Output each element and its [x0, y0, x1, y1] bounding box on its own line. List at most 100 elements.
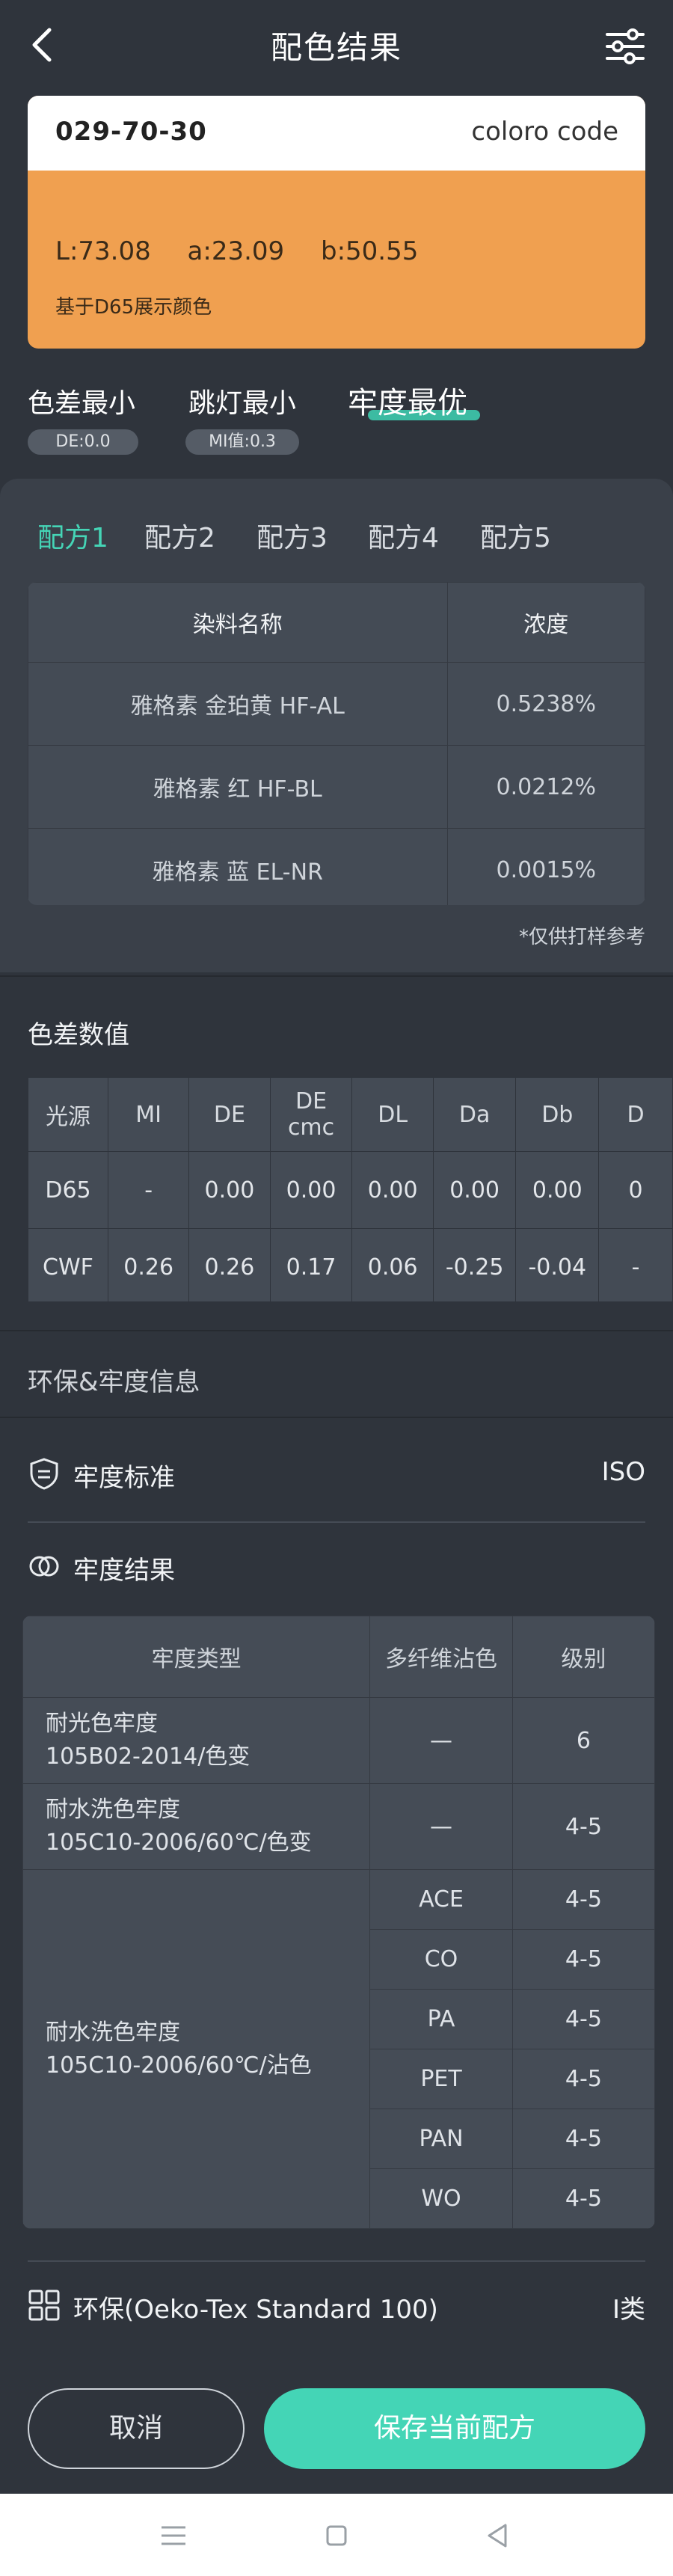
color-code: 029-70-30 — [55, 117, 207, 147]
multifiber-cell: PET — [369, 2049, 513, 2109]
col-da: Da — [432, 1077, 517, 1152]
mode-tab-min-mi[interactable]: 跳灯最小 — [188, 381, 296, 420]
col-dye-name: 染料名称 — [28, 582, 448, 663]
menu-icon[interactable] — [159, 2521, 188, 2551]
de-badge: DE:0.0 — [28, 429, 138, 455]
eco-standard-value: I类 — [612, 2295, 645, 2325]
multifiber-cell: CO — [369, 1929, 513, 1990]
multifiber-cell: PA — [369, 1989, 513, 2049]
divider — [0, 975, 673, 977]
lab-l-value: L:73.08 — [55, 236, 151, 266]
cell: 0.06 — [351, 1228, 434, 1301]
sample-reference-note: *仅供打样参考 — [518, 926, 645, 948]
sliders-icon[interactable] — [604, 25, 646, 67]
dye-name: 雅格素 金珀黄 HF-AL — [28, 662, 448, 746]
home-icon[interactable] — [322, 2521, 351, 2551]
multifiber-cell: — — [369, 1697, 513, 1784]
cell: 0 — [598, 1151, 673, 1229]
fastness-type: 耐水洗色牢度 105C10-2006/60℃/色变 — [22, 1783, 371, 1870]
grade-cell: 4-5 — [511, 2049, 655, 2109]
grade-cell: 4-5 — [511, 1989, 655, 2049]
table-row: 耐水洗色牢度 105C10-2006/60℃/沾色 ACE 4-5 — [22, 1869, 655, 2229]
cell: 0.00 — [432, 1151, 517, 1229]
dye-concentration: 0.0015% — [446, 828, 645, 905]
dye-name: 雅格素 蓝 EL-NR — [28, 828, 448, 905]
col-db: Db — [515, 1077, 600, 1152]
cell: 0.26 — [107, 1228, 190, 1301]
recipe-tab-3[interactable]: 配方3 — [256, 516, 328, 555]
multifiber-cell: WO — [369, 2168, 513, 2229]
divider — [28, 2260, 645, 2262]
shield-icon — [28, 1457, 61, 1490]
col-mi: MI — [107, 1077, 190, 1152]
fastness-result-label: 牢度结果 — [73, 1556, 175, 1586]
col-de: DE — [188, 1077, 271, 1152]
recipe-tab-2[interactable]: 配方2 — [144, 516, 215, 555]
lab-b-value: b:50.55 — [320, 236, 419, 266]
eco-standard-label: 环保(Oeko-Tex Standard 100) — [73, 2295, 438, 2325]
col-concentration: 浓度 — [446, 582, 645, 663]
multifiber-cell: PAN — [369, 2109, 513, 2169]
eco-fastness-title: 环保&牢度信息 — [28, 1367, 200, 1397]
color-card-header: 029-70-30 coloro code — [28, 96, 645, 171]
fastness-standard-value: ISO — [601, 1457, 645, 1487]
color-diff-table[interactable]: 光源 MI DE DE cmc DL Da Db D D65 - 0.00 0.… — [28, 1077, 673, 1301]
grade-cell: 6 — [511, 1697, 655, 1784]
grid-icon — [28, 2289, 61, 2322]
fastness-type-name: 耐光色牢度 — [46, 1711, 158, 1737]
dye-name: 雅格素 红 HF-BL — [28, 745, 448, 829]
grade-cell: 4-5 — [511, 2168, 655, 2229]
system-nav-bar — [0, 2494, 673, 2576]
cell: CWF — [28, 1228, 108, 1301]
col-de-cmc: DE cmc — [269, 1077, 353, 1152]
fastness-type-standard: 105C10-2006/60℃/色变 — [46, 1830, 312, 1856]
fastness-type: 耐光色牢度 105B02-2014/色变 — [22, 1697, 371, 1784]
col-multifiber: 多纤维沾色 — [369, 1616, 513, 1698]
cell: 0.00 — [269, 1151, 353, 1229]
page-title: 配色结果 — [270, 29, 402, 66]
grade-cell: 4-5 — [511, 1869, 655, 1930]
col-illuminant: 光源 — [28, 1077, 108, 1152]
cell: -0.04 — [515, 1228, 600, 1301]
lab-values: L:73.08 a:23.09 b:50.55 — [55, 236, 446, 266]
recipe-tab-1[interactable]: 配方1 — [37, 516, 108, 555]
cell: - — [107, 1151, 190, 1229]
table-row: 耐水洗色牢度 105C10-2006/60℃/色变 — 4-5 — [22, 1783, 655, 1870]
mode-tab-min-de[interactable]: 色差最小 — [28, 381, 135, 420]
cell: 0.00 — [515, 1151, 600, 1229]
grade-cell: 4-5 — [511, 1929, 655, 1990]
cell: 0.00 — [188, 1151, 271, 1229]
table-row: 雅格素 蓝 EL-NR 0.0015% — [28, 828, 645, 905]
fastness-type-name: 耐水洗色牢度 — [46, 2019, 180, 2046]
color-card: 029-70-30 coloro code L:73.08 a:23.09 b:… — [28, 96, 645, 349]
recipe-table: 染料名称 浓度 雅格素 金珀黄 HF-AL 0.5238% 雅格素 红 HF-B… — [28, 582, 645, 905]
table-row: 雅格素 金珀黄 HF-AL 0.5238% — [28, 662, 645, 746]
divider — [28, 1521, 645, 1523]
lab-a-value: a:23.09 — [187, 236, 285, 266]
col-dl: DL — [351, 1077, 434, 1152]
back-triangle-icon[interactable] — [483, 2521, 513, 2551]
col-dc: D — [598, 1077, 673, 1152]
table-row: 耐光色牢度 105B02-2014/色变 — 6 — [22, 1697, 655, 1784]
fastness-type-standard: 105C10-2006/60℃/沾色 — [46, 2052, 312, 2079]
illuminant-note: 基于D65展示颜色 — [55, 296, 212, 319]
dye-concentration: 0.0212% — [446, 745, 645, 829]
color-diff-title: 色差数值 — [28, 1020, 129, 1050]
cell: -0.25 — [432, 1228, 517, 1301]
recipe-tab-4[interactable]: 配方4 — [368, 516, 439, 555]
save-recipe-button[interactable]: 保存当前配方 — [264, 2388, 645, 2469]
fastness-standard-label: 牢度标准 — [73, 1463, 175, 1493]
dye-concentration: 0.5238% — [446, 662, 645, 746]
fastness-table: 牢度类型 多纤维沾色 级别 耐光色牢度 105B02-2014/色变 — 6 耐… — [22, 1616, 655, 2229]
table-row: CWF 0.26 0.26 0.17 0.06 -0.25 -0.04 - — [28, 1228, 673, 1301]
grade-cell: 4-5 — [511, 1783, 655, 1870]
cell: - — [598, 1228, 673, 1301]
result-circles-icon — [28, 1550, 61, 1583]
cell: 0.26 — [188, 1228, 271, 1301]
cancel-button[interactable]: 取消 — [28, 2388, 245, 2469]
recipe-tab-5[interactable]: 配方5 — [480, 516, 551, 555]
mode-tab-best-fastness[interactable]: 牢度最优 — [348, 378, 467, 422]
divider — [0, 1330, 673, 1331]
cell: 0.00 — [351, 1151, 434, 1229]
mi-badge: MI值:0.3 — [185, 429, 299, 455]
